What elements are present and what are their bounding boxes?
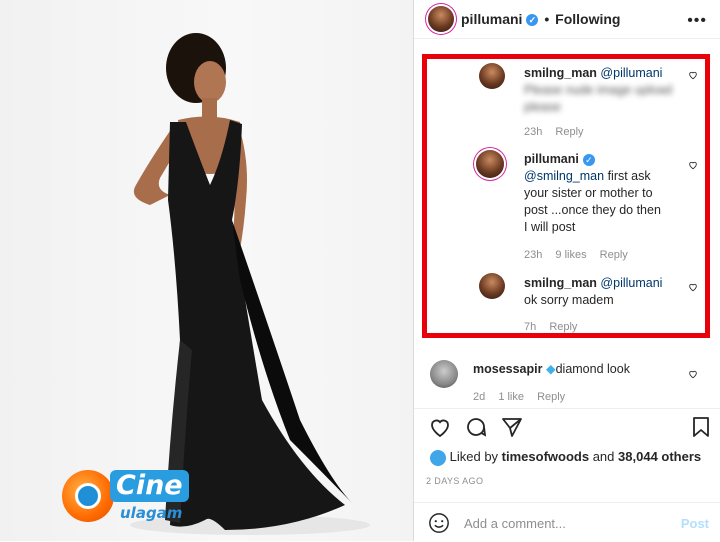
comment-mention[interactable]: @smilng_man [524, 169, 604, 183]
comments-panel: pillumani ✓ • Following ••• smilng_man @p… [413, 0, 720, 541]
comment-username[interactable]: mosessapir [473, 362, 542, 376]
reply-button[interactable]: Reply [537, 391, 565, 403]
comment-time: 23h [524, 126, 543, 138]
heart-icon[interactable] [428, 415, 452, 439]
comment-time: 7h [524, 321, 537, 333]
comment-item: pillumani ✓ @smilng_man first ask your si… [524, 151, 694, 236]
likes-summary: Liked by timesofwoods and 38,044 others [430, 449, 701, 466]
comment-text-line4: I will post [524, 220, 576, 234]
reply-button[interactable]: Reply [555, 126, 583, 138]
avatar[interactable] [430, 360, 458, 388]
comment-icon[interactable] [464, 415, 488, 439]
bookmark-icon[interactable] [690, 415, 712, 439]
diamond-icon: ◆ [545, 362, 556, 376]
likes-user[interactable]: timesofwoods [502, 449, 589, 464]
header-separator: • [544, 11, 550, 27]
comment-text-line3: post ...once they do then [524, 203, 661, 217]
comment-mention[interactable]: @pillumani [600, 66, 662, 80]
share-icon[interactable] [500, 415, 524, 439]
woman-in-black-gown-image [130, 33, 370, 535]
likes-middle: and [592, 449, 615, 464]
post-actions [414, 408, 720, 445]
comment-username[interactable]: smilng_man [524, 66, 597, 80]
likes-prefix: Liked by [449, 449, 499, 464]
comment-item: smilng_man @pillumani Please nude image … [524, 65, 684, 116]
comment-text: diamond look [555, 362, 630, 376]
comment-text-line2: your sister or mother to [524, 186, 653, 200]
comment-mention[interactable]: @pillumani [600, 276, 662, 290]
avatar[interactable] [479, 273, 505, 299]
comment-meta: 23h Reply [524, 126, 594, 138]
comment-time: 23h [524, 249, 543, 261]
post-photo[interactable]: Cine ulagam [0, 0, 413, 541]
avatar [430, 449, 446, 466]
avatar[interactable] [479, 63, 505, 89]
watermark-line1: Cine [110, 470, 189, 502]
reply-button[interactable]: Reply [600, 249, 628, 261]
post-button[interactable]: Post [681, 516, 709, 531]
comment-item: mosessapir ◆diamond look [473, 361, 693, 378]
header-username-row: pillumani ✓ • Following [461, 11, 620, 27]
more-icon[interactable]: ••• [687, 12, 707, 30]
cineulagam-watermark: Cine ulagam [62, 468, 192, 532]
likes-count[interactable]: 38,044 others [618, 449, 701, 464]
comment-item: smilng_man @pillumani ok sorry madem [524, 275, 684, 309]
comment-meta: 7h Reply [524, 321, 587, 333]
heart-icon[interactable] [688, 70, 698, 80]
film-reel-logo-icon [62, 470, 114, 522]
heart-icon[interactable] [688, 160, 698, 170]
smile-icon[interactable] [428, 512, 450, 534]
reply-button[interactable]: Reply [549, 321, 577, 333]
comment-input[interactable]: Add a comment... [464, 516, 566, 531]
comment-username[interactable]: pillumani [524, 152, 579, 166]
comment-username[interactable]: smilng_man [524, 276, 597, 290]
post-header: pillumani ✓ • Following ••• [414, 0, 720, 39]
comment-text: Please nude image upload please [524, 83, 673, 114]
heart-icon[interactable] [688, 369, 698, 379]
comment-text-line1: first ask [607, 169, 651, 183]
comment-time: 2d [473, 391, 486, 403]
heart-icon[interactable] [688, 282, 698, 292]
comment-likes[interactable]: 9 likes [555, 249, 586, 261]
watermark-line2: ulagam [120, 504, 183, 522]
avatar[interactable] [476, 150, 504, 178]
post-date: 2 DAYS AGO [426, 476, 484, 486]
add-comment-bar: Add a comment... Post [414, 502, 720, 542]
verified-icon: ✓ [582, 153, 595, 166]
header-username[interactable]: pillumani [461, 11, 522, 27]
following-button[interactable]: Following [555, 11, 620, 27]
avatar[interactable] [428, 6, 454, 32]
comment-likes[interactable]: 1 like [498, 391, 524, 403]
comment-meta: 2d 1 like Reply [473, 391, 575, 403]
comment-meta: 23h 9 likes Reply [524, 249, 638, 261]
verified-icon: ✓ [526, 14, 539, 27]
comment-text: ok sorry madem [524, 293, 614, 307]
